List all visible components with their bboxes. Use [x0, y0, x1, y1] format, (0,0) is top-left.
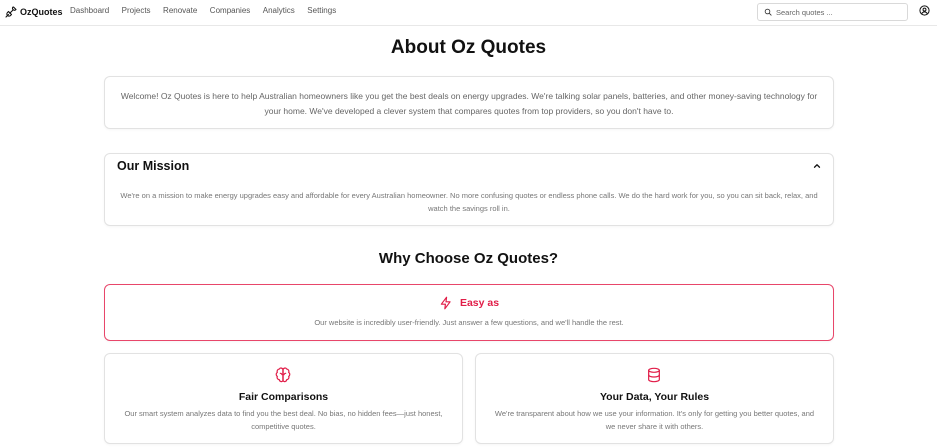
mission-accordion: Our Mission We're on a mission to make e…	[104, 153, 834, 226]
nav-item-analytics[interactable]: Analytics	[263, 6, 295, 15]
user-avatar-icon[interactable]	[919, 5, 930, 16]
brand-logo[interactable]: OzQuotes	[5, 4, 63, 20]
top-navbar: OzQuotes Dashboard Projects Renovate Com…	[0, 0, 937, 26]
search-input[interactable]	[776, 7, 896, 17]
lightning-icon	[440, 296, 451, 310]
why-choose-title: Why Choose Oz Quotes?	[378, 250, 559, 267]
feature-card-fair-comparisons[interactable]: Fair Comparisons Our smart system analyz…	[104, 353, 463, 444]
feature-card-easy[interactable]: Easy as Our website is incredibly user-f…	[104, 284, 834, 341]
database-icon	[648, 367, 660, 383]
feature-text: Our smart system analyzes data to find y…	[124, 409, 443, 431]
feature-text: Our website is incredibly user-friendly.…	[314, 318, 624, 327]
mission-text: We're on a mission to make energy upgrad…	[120, 191, 818, 213]
search-box	[757, 3, 908, 21]
page-title: About Oz Quotes	[390, 37, 547, 58]
nav-item-settings[interactable]: Settings	[307, 6, 336, 15]
plug-icon	[5, 6, 17, 18]
feature-text: We're transparent about how we use your …	[494, 409, 815, 431]
mission-title[interactable]: Our Mission	[117, 159, 189, 173]
main-nav: Dashboard Projects Renovate Companies An…	[70, 6, 349, 15]
chevron-up-icon[interactable]	[812, 161, 822, 171]
welcome-card: Welcome! Oz Quotes is here to help Austr…	[104, 76, 834, 129]
welcome-text: Welcome! Oz Quotes is here to help Austr…	[120, 91, 818, 116]
nav-item-companies[interactable]: Companies	[210, 6, 250, 15]
nav-item-projects[interactable]: Projects	[122, 6, 151, 15]
feature-title: Easy as	[459, 297, 500, 309]
search-icon	[764, 8, 772, 16]
brand-name: OzQuotes	[20, 7, 63, 17]
nav-item-dashboard[interactable]: Dashboard	[70, 6, 109, 15]
feature-title: Your Data, Your Rules	[599, 391, 710, 403]
feature-card-your-data[interactable]: Your Data, Your Rules We're transparent …	[475, 353, 834, 444]
feature-title: Fair Comparisons	[238, 391, 329, 403]
nav-item-renovate[interactable]: Renovate	[163, 6, 197, 15]
brain-icon	[275, 367, 291, 383]
